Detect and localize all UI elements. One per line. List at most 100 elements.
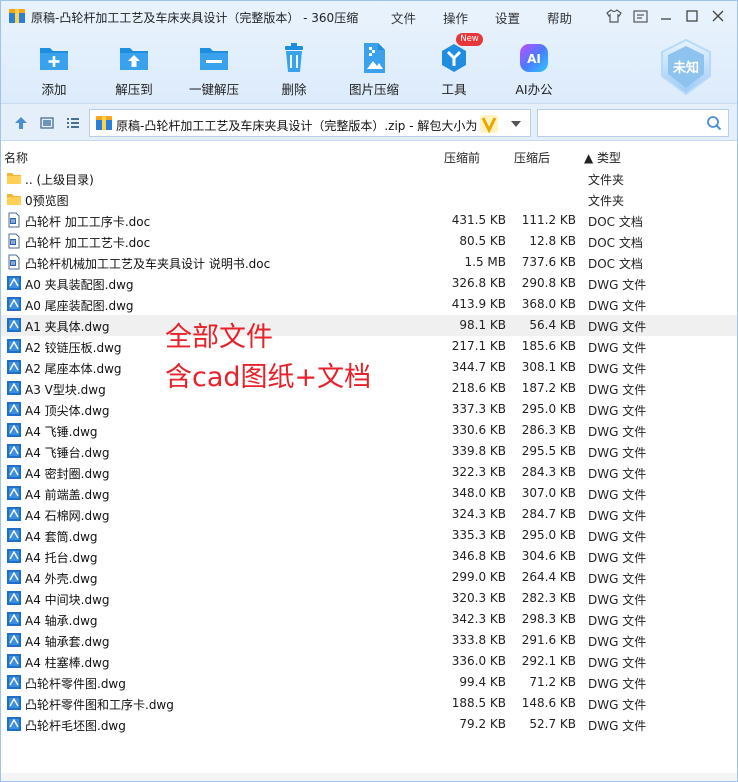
file-type: DWG 文件 — [588, 572, 647, 586]
file-row[interactable]: W 凸轮杆 加工工序卡.doc 431.5 KB 111.2 KB DOC 文档 — [1, 210, 737, 231]
dwg-file-icon — [7, 570, 21, 584]
file-row[interactable]: A4 柱塞棒.dwg 336.0 KB 292.1 KB DWG 文件 — [1, 651, 737, 672]
file-size: 342.3 KB — [451, 612, 506, 626]
file-size: 217.1 KB — [451, 339, 506, 353]
file-row[interactable]: 凸轮杆零件图.dwg 99.4 KB 71.2 KB DWG 文件 — [1, 672, 737, 693]
dwg-file-icon — [7, 402, 21, 416]
verified-v-icon[interactable] — [480, 115, 498, 133]
file-row[interactable]: 0预览图 文件夹 — [1, 189, 737, 210]
minimize-button[interactable] — [657, 7, 675, 25]
file-type: DWG 文件 — [588, 320, 647, 334]
file-row[interactable]: W 凸轮杆机械加工工艺及车夹具设计 说明书.doc 1.5 MB 737.6 KB DO… — [1, 252, 737, 273]
file-row[interactable]: A4 轴承.dwg 342.3 KB 298.3 KB DWG 文件 — [1, 609, 737, 630]
image-compress-button[interactable]: 图片压缩 — [339, 37, 409, 97]
message-button[interactable] — [631, 7, 649, 25]
dwg-file-icon — [7, 528, 21, 542]
file-name: A0 夹具装配图.dwg — [25, 278, 134, 292]
file-compressed-size: 286.3 KB — [521, 423, 576, 437]
list-view-icon[interactable] — [65, 115, 81, 131]
delete-icon — [285, 43, 303, 72]
detail-view-icon[interactable] — [39, 115, 55, 131]
column-compressed[interactable]: 压缩后 — [514, 149, 550, 166]
chevron-down-icon[interactable] — [510, 120, 522, 128]
tools-label: 工具 — [441, 82, 467, 97]
menu-settings[interactable]: 设置 — [495, 8, 520, 27]
delete-button[interactable]: 删除 — [259, 37, 329, 97]
overlay-line2: 含cad图纸+文档 — [165, 362, 372, 393]
one-click-extract-button[interactable]: 一键解压 — [179, 37, 249, 97]
close-button[interactable] — [709, 7, 727, 25]
file-row[interactable]: .. (上级目录) 文件夹 — [1, 168, 737, 189]
file-name: .. (上级目录) — [25, 173, 94, 187]
file-row[interactable]: A1 夹具体.dwg 98.1 KB 56.4 KB DWG 文件 — [1, 315, 737, 336]
file-name: A4 套筒.dwg — [25, 530, 98, 544]
file-row[interactable]: 凸轮杆毛坯图.dwg 79.2 KB 52.7 KB DWG 文件 — [1, 714, 737, 735]
file-size: 348.0 KB — [451, 486, 506, 500]
tools-icon — [442, 44, 466, 72]
file-type: 文件夹 — [588, 194, 625, 208]
ai-office-button[interactable]: AI AI办公 — [499, 37, 569, 97]
file-compressed-size: 185.6 KB — [521, 339, 576, 353]
file-type: DWG 文件 — [588, 425, 647, 439]
search-input[interactable] — [537, 109, 729, 137]
dwg-file-icon — [7, 507, 21, 521]
file-name: A4 柱塞棒.dwg — [25, 656, 110, 670]
file-type: DWG 文件 — [588, 278, 647, 292]
message-icon — [632, 9, 648, 23]
file-size: 320.3 KB — [451, 591, 506, 605]
file-compressed-size: 148.6 KB — [521, 696, 576, 710]
file-size: 335.3 KB — [451, 528, 506, 542]
skin-button[interactable] — [605, 7, 623, 25]
tools-button[interactable]: 工具 — [419, 37, 489, 97]
up-arrow-icon[interactable] — [13, 115, 29, 131]
menu-help[interactable]: 帮助 — [547, 8, 572, 27]
file-row[interactable]: W 凸轮杆 加工工艺卡.doc 80.5 KB 12.8 KB DOC 文档 — [1, 231, 737, 252]
dwg-file-icon — [7, 654, 21, 668]
file-row[interactable]: 凸轮杆零件图和工序卡.dwg 188.5 KB 148.6 KB DWG 文件 — [1, 693, 737, 714]
dwg-file-icon — [7, 318, 21, 332]
search-icon[interactable] — [706, 115, 722, 131]
file-row[interactable]: A4 石棉网.dwg 324.3 KB 284.7 KB DWG 文件 — [1, 504, 737, 525]
file-row[interactable]: A4 飞锤.dwg 330.6 KB 286.3 KB DWG 文件 — [1, 420, 737, 441]
file-row[interactable]: A4 顶尖体.dwg 337.3 KB 295.0 KB DWG 文件 — [1, 399, 737, 420]
file-type: DWG 文件 — [588, 530, 647, 544]
column-size[interactable]: 压缩前 — [444, 149, 480, 166]
extract-to-button[interactable]: 解压到 — [99, 37, 169, 97]
maximize-button[interactable] — [683, 7, 701, 25]
address-bar[interactable]: 原稿-凸轮杆加工工艺及车床夹具设计（完整版本）.zip - 解包大小为 — [89, 109, 531, 137]
file-row[interactable]: A4 飞锤台.dwg 339.8 KB 295.5 KB DWG 文件 — [1, 441, 737, 462]
menu-file[interactable]: 文件 — [391, 8, 416, 27]
delete-label: 删除 — [281, 82, 307, 97]
unknown-shield-badge[interactable]: 未知 — [658, 38, 714, 96]
file-compressed-size: 71.2 KB — [529, 675, 576, 689]
file-name: A4 飞锤.dwg — [25, 425, 98, 439]
dwg-file-icon — [7, 675, 21, 689]
column-type[interactable]: ▲ 类型 — [584, 149, 621, 166]
horizontal-scrollbar[interactable] — [1, 773, 737, 781]
file-row[interactable]: A4 托台.dwg 346.8 KB 304.6 KB DWG 文件 — [1, 546, 737, 567]
file-row[interactable]: A2 铰链压板.dwg 217.1 KB 185.6 KB DWG 文件 — [1, 336, 737, 357]
file-row[interactable]: A4 轴承套.dwg 333.8 KB 291.6 KB DWG 文件 — [1, 630, 737, 651]
file-row[interactable]: A0 尾座装配图.dwg 413.9 KB 368.0 KB DWG 文件 — [1, 294, 737, 315]
menu-operate[interactable]: 操作 — [443, 8, 468, 27]
ai-office-icon: AI — [520, 44, 548, 72]
file-size: 299.0 KB — [451, 570, 506, 584]
file-size: 339.8 KB — [451, 444, 506, 458]
file-row[interactable]: A4 前端盖.dwg 348.0 KB 307.0 KB DWG 文件 — [1, 483, 737, 504]
file-row[interactable]: A0 夹具装配图.dwg 326.8 KB 290.8 KB DWG 文件 — [1, 273, 737, 294]
file-row[interactable]: A4 密封圈.dwg 322.3 KB 284.3 KB DWG 文件 — [1, 462, 737, 483]
file-compressed-size: 292.1 KB — [521, 654, 576, 668]
column-name[interactable]: 名称 — [4, 149, 28, 166]
file-type: DWG 文件 — [588, 404, 647, 418]
file-compressed-size: 295.0 KB — [521, 402, 576, 416]
file-row[interactable]: A4 外壳.dwg 299.0 KB 264.4 KB DWG 文件 — [1, 567, 737, 588]
add-button[interactable]: 添加 — [19, 37, 89, 97]
file-size: 336.0 KB — [451, 654, 506, 668]
file-size: 324.3 KB — [451, 507, 506, 521]
file-row[interactable]: A4 中间块.dwg 320.3 KB 282.3 KB DWG 文件 — [1, 588, 737, 609]
file-compressed-size: 264.4 KB — [521, 570, 576, 584]
file-row[interactable]: A4 套筒.dwg 335.3 KB 295.0 KB DWG 文件 — [1, 525, 737, 546]
dwg-file-icon — [7, 717, 21, 731]
dwg-file-icon — [7, 591, 21, 605]
ai-office-label: AI办公 — [515, 82, 553, 97]
